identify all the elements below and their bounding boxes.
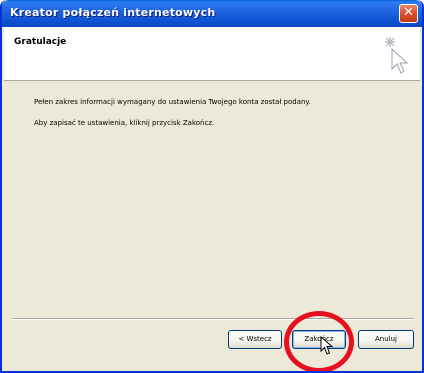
instruction-text: Aby zapisać te ustawienia, kliknij przyc… xyxy=(34,119,215,127)
button-separator xyxy=(12,318,414,320)
wizard-window: Kreator połączeń internetowych ✕ Gratula… xyxy=(0,0,424,373)
window-title: Kreator połączeń internetowych xyxy=(10,6,216,19)
wizard-wand-icon xyxy=(385,37,409,74)
wizard-header: Gratulacje xyxy=(4,27,420,81)
close-button[interactable]: ✕ xyxy=(399,4,418,23)
close-icon: ✕ xyxy=(403,5,414,20)
cancel-button[interactable]: Anuluj xyxy=(358,330,414,349)
page-title: Gratulacje xyxy=(14,37,67,47)
info-text: Pełen zakres informacji wymagany do usta… xyxy=(34,98,311,106)
highlight-circle xyxy=(284,311,354,371)
title-bar[interactable]: Kreator połączeń internetowych ✕ xyxy=(2,0,422,27)
back-button[interactable]: < Wstecz xyxy=(228,330,282,349)
